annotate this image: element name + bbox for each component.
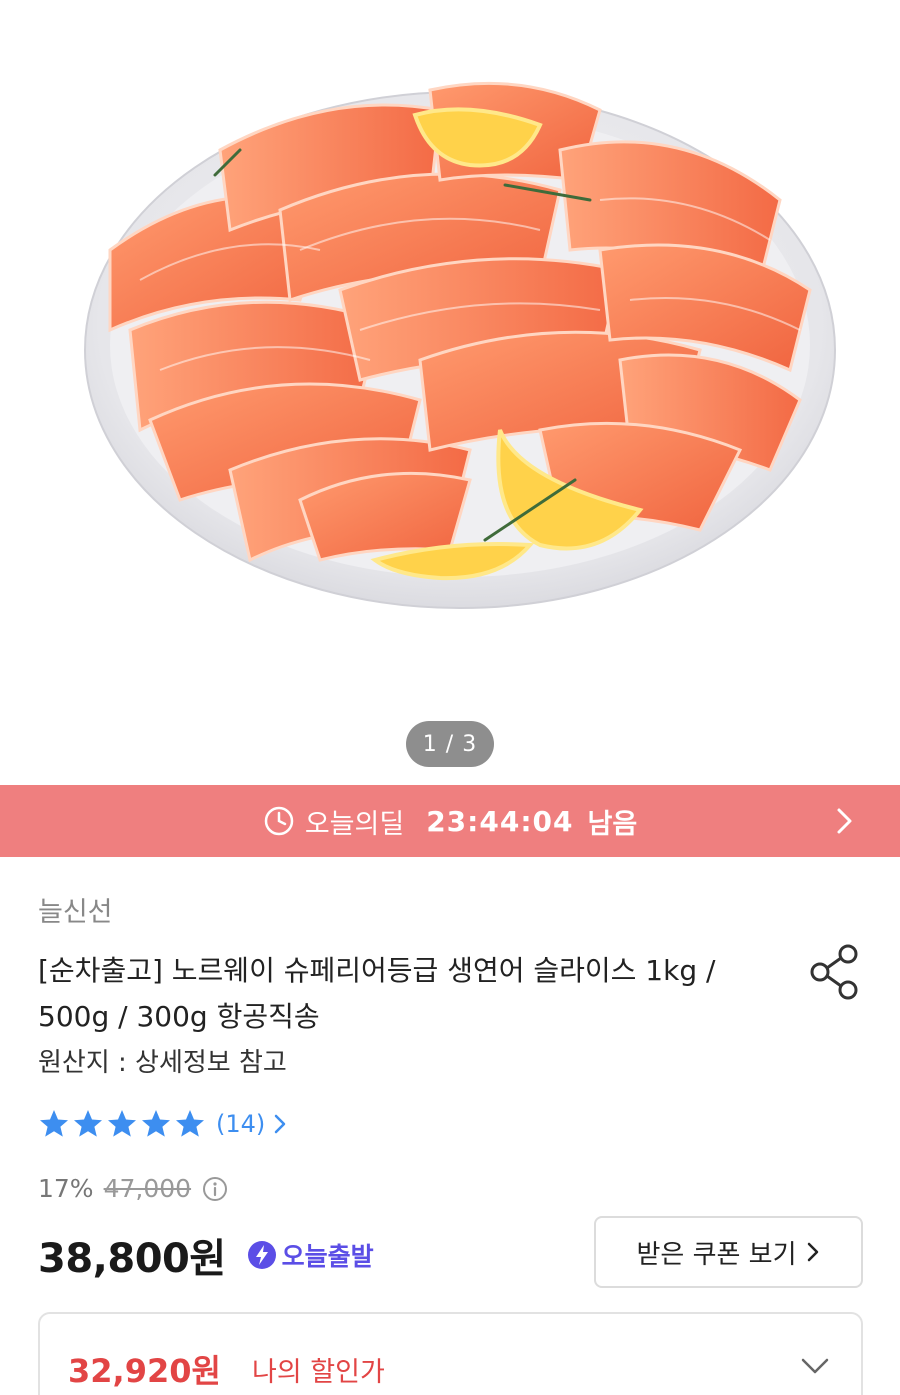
image-pager: 1 / 3 bbox=[406, 721, 494, 767]
rating-row[interactable]: (14) bbox=[38, 1108, 289, 1140]
star-icon bbox=[142, 1110, 170, 1137]
chevron-right-icon[interactable] bbox=[828, 805, 860, 837]
todays-deal-bar[interactable]: 오늘의딜 23:44:04 남음 bbox=[0, 785, 900, 857]
shipping-badge: 오늘출발 bbox=[246, 1237, 374, 1273]
star-icon bbox=[108, 1110, 136, 1137]
origin-info: 원산지 : 상세정보 참고 bbox=[38, 1048, 287, 1078]
share-icon[interactable] bbox=[808, 942, 864, 1002]
discount-row: 17% 47,000 bbox=[38, 1174, 229, 1203]
review-count[interactable]: (14) bbox=[216, 1110, 265, 1138]
rating-stars bbox=[38, 1108, 206, 1140]
my-discount-label: 나의 할인가 bbox=[252, 1357, 385, 1388]
star-icon bbox=[176, 1110, 204, 1137]
sale-price: 38,800원 bbox=[38, 1236, 226, 1282]
seller-name[interactable]: 늘신선 bbox=[38, 890, 113, 929]
clock-icon bbox=[264, 806, 294, 836]
shipping-badge-label: 오늘출발 bbox=[281, 1242, 374, 1271]
price-row: 38,800원 오늘출발 bbox=[38, 1226, 374, 1284]
info-icon[interactable] bbox=[201, 1175, 229, 1203]
deal-label: 오늘의딜 bbox=[304, 808, 405, 840]
my-discount-price-panel[interactable]: 32,920원 나의 할인가 bbox=[38, 1312, 863, 1395]
star-icon bbox=[74, 1110, 102, 1137]
original-price: 47,000 bbox=[103, 1174, 192, 1203]
chevron-down-icon[interactable] bbox=[799, 1356, 831, 1376]
salmon-platter-image bbox=[84, 81, 836, 609]
view-coupons-label: 받은 쿠폰 보기 bbox=[636, 1239, 797, 1270]
deal-remain-label: 남음 bbox=[587, 808, 638, 840]
product-title: [순차출고] 노르웨이 슈페리어등급 생연어 슬라이스 1kg / 500g /… bbox=[38, 954, 716, 1033]
lightning-icon bbox=[247, 1241, 276, 1269]
chevron-right-icon[interactable] bbox=[271, 1112, 289, 1136]
my-discount-price: 32,920원 bbox=[68, 1352, 221, 1390]
product-image-gallery[interactable]: 1 / 3 bbox=[0, 0, 900, 785]
deal-countdown: 23:44:04 bbox=[426, 804, 574, 838]
star-icon bbox=[40, 1110, 68, 1137]
view-coupons-button[interactable]: 받은 쿠폰 보기 bbox=[594, 1216, 863, 1288]
chevron-right-icon bbox=[807, 1242, 818, 1262]
discount-rate: 17% bbox=[38, 1174, 94, 1203]
